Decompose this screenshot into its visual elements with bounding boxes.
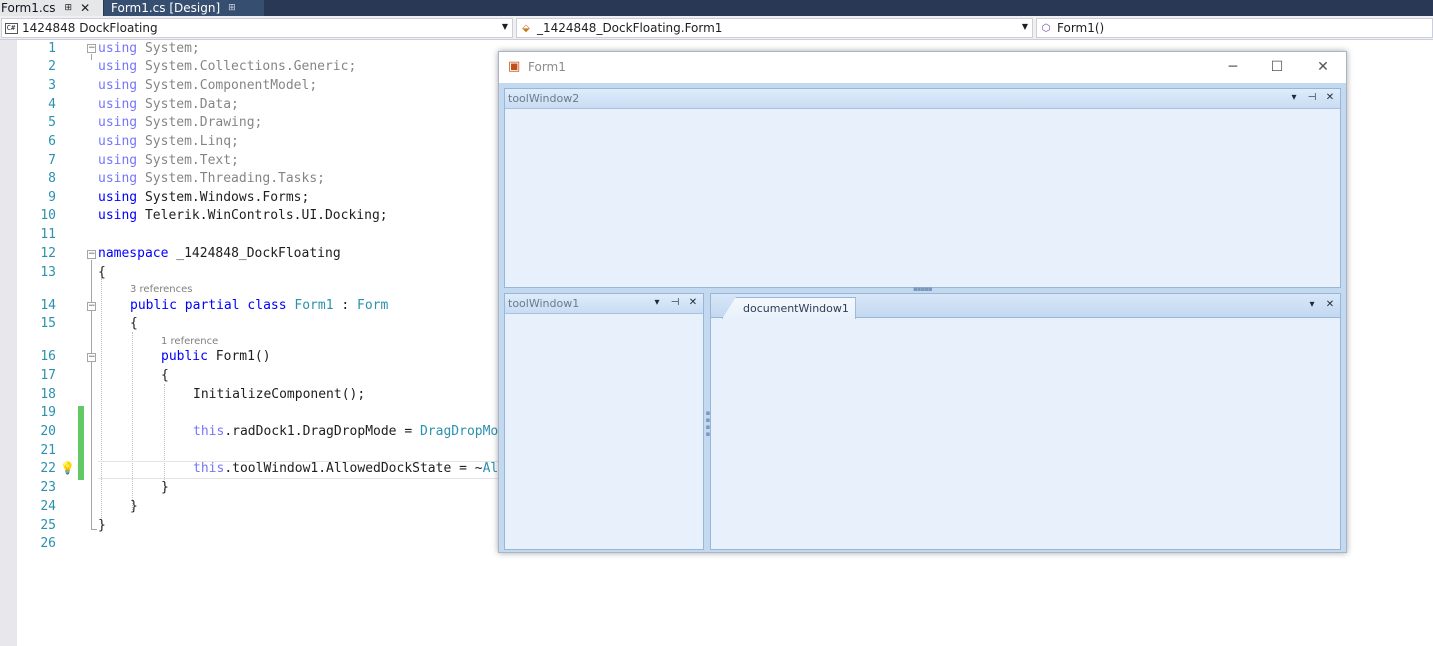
chevron-down-icon: ▼ bbox=[1021, 22, 1028, 31]
document-tab-strip: documentWindow1 ▾ ✕ bbox=[711, 294, 1340, 319]
chevron-down-icon: ▼ bbox=[501, 22, 508, 31]
tab-label: Form1.cs [Design] bbox=[111, 1, 221, 15]
form-icon: ▣ bbox=[508, 59, 521, 74]
line-number: 16 bbox=[40, 349, 56, 364]
line-number: 22 bbox=[40, 461, 56, 476]
close-button[interactable]: ✕ bbox=[1300, 54, 1346, 80]
tool-window-title: toolWindow1 bbox=[508, 297, 580, 310]
pin-icon[interactable]: ⊞ bbox=[228, 3, 236, 13]
line-number: 19 bbox=[40, 405, 56, 420]
document-tab-strip: Form1.cs ⊞ ✕ Form1.cs [Design] ⊞ bbox=[0, 0, 1433, 16]
project-label: 1424848 DockFloating bbox=[22, 21, 158, 35]
chevron-down-icon[interactable]: ▾ bbox=[651, 296, 663, 310]
member-dropdown[interactable]: ⬡ Form1() bbox=[1036, 18, 1433, 38]
code-text[interactable]: } bbox=[161, 479, 169, 497]
code-text[interactable]: { bbox=[161, 367, 169, 385]
pin-icon[interactable]: ⊣ bbox=[1306, 91, 1318, 105]
line-number: 24 bbox=[40, 499, 56, 514]
code-text[interactable]: using System.Threading.Tasks; bbox=[98, 170, 325, 188]
line-number: 10 bbox=[40, 208, 56, 223]
code-text[interactable]: namespace _1424848_DockFloating bbox=[98, 245, 341, 263]
tab-label: Form1.cs bbox=[1, 1, 56, 15]
minimize-button[interactable]: ─ bbox=[1210, 54, 1256, 80]
form-title: Form1 bbox=[528, 60, 566, 74]
code-text[interactable]: public Form1() bbox=[161, 348, 271, 366]
code-text[interactable]: using System; bbox=[98, 40, 200, 58]
line-number: 9 bbox=[48, 190, 56, 205]
line-number: 2 bbox=[48, 59, 56, 74]
line-number: 4 bbox=[48, 97, 56, 112]
codelens-references[interactable]: 3 references bbox=[130, 284, 193, 296]
code-text[interactable]: using System.Text; bbox=[98, 152, 239, 170]
navigation-bar: C# 1424848 DockFloating ▼ ⬙ _1424848_Doc… bbox=[0, 16, 1433, 40]
method-icon: ⬡ bbox=[1041, 22, 1051, 34]
close-icon[interactable]: ✕ bbox=[1324, 298, 1336, 312]
line-number: 17 bbox=[40, 368, 56, 383]
tab-form1-cs[interactable]: Form1.cs ⊞ ✕ bbox=[0, 0, 103, 16]
codelens-references[interactable]: 1 reference bbox=[161, 336, 218, 348]
tool-window-caption[interactable]: toolWindow1 ▾ ⊣ ✕ bbox=[505, 294, 703, 314]
type-dropdown[interactable]: ⬙ _1424848_DockFloating.Form1 ▼ bbox=[516, 18, 1033, 38]
member-label: Form1() bbox=[1057, 21, 1105, 35]
line-number: 11 bbox=[40, 227, 56, 242]
document-tab-label: documentWindow1 bbox=[743, 302, 849, 315]
tool-window-2[interactable]: toolWindow2 ▾ ⊣ ✕ bbox=[504, 88, 1341, 288]
line-number: 3 bbox=[48, 78, 56, 93]
line-number: 15 bbox=[40, 316, 56, 331]
line-number: 20 bbox=[40, 424, 56, 439]
code-text[interactable]: public partial class Form1 : Form bbox=[130, 297, 388, 315]
document-window-1[interactable]: documentWindow1 ▾ ✕ bbox=[710, 293, 1341, 550]
rad-dock: toolWindow2 ▾ ⊣ ✕ ▪▪▪▪▪ toolWindow1 ▾ ⊣ … bbox=[499, 83, 1346, 552]
close-icon[interactable]: ✕ bbox=[80, 1, 90, 15]
code-text[interactable]: using System.Collections.Generic; bbox=[98, 58, 356, 76]
line-number: 25 bbox=[40, 518, 56, 533]
code-text[interactable]: { bbox=[130, 315, 138, 333]
code-text[interactable]: this.radDock1.DragDropMode = DragDropMo bbox=[193, 423, 498, 441]
line-number: 8 bbox=[48, 171, 56, 186]
tool-window-caption[interactable]: toolWindow2 ▾ ⊣ ✕ bbox=[505, 89, 1340, 109]
chevron-down-icon[interactable]: ▾ bbox=[1306, 298, 1318, 312]
line-number: 14 bbox=[40, 298, 56, 313]
tab-document-window-1[interactable]: documentWindow1 bbox=[722, 297, 856, 319]
csharp-project-icon: C# bbox=[3, 22, 19, 34]
code-text[interactable]: } bbox=[130, 498, 138, 516]
line-number: 23 bbox=[40, 480, 56, 495]
code-text[interactable]: InitializeComponent(); bbox=[193, 386, 365, 404]
form1-window[interactable]: ▣ Form1 ─ ☐ ✕ toolWindow2 ▾ ⊣ ✕ ▪▪▪▪▪ to… bbox=[498, 51, 1347, 553]
code-text[interactable]: using System.ComponentModel; bbox=[98, 77, 317, 95]
class-icon: ⬙ bbox=[522, 22, 530, 34]
code-text[interactable]: using System.Data; bbox=[98, 96, 239, 114]
chevron-down-icon[interactable]: ▾ bbox=[1288, 91, 1300, 105]
splitter-grip[interactable]: ▪▪▪▪▪ bbox=[913, 285, 933, 293]
code-text[interactable]: this.toolWindow1.AllowedDockState = ~Al bbox=[193, 460, 498, 478]
code-text[interactable]: using System.Drawing; bbox=[98, 114, 262, 132]
code-text[interactable]: using System.Linq; bbox=[98, 133, 239, 151]
line-number: 21 bbox=[40, 443, 56, 458]
line-number: 1 bbox=[48, 41, 56, 56]
tool-window-1[interactable]: toolWindow1 ▾ ⊣ ✕ bbox=[504, 293, 704, 550]
maximize-button[interactable]: ☐ bbox=[1254, 54, 1300, 80]
code-text[interactable]: { bbox=[98, 264, 106, 282]
line-number: 13 bbox=[40, 265, 56, 280]
line-number: 6 bbox=[48, 134, 56, 149]
pin-icon[interactable]: ⊣ bbox=[669, 296, 681, 310]
line-number: 18 bbox=[40, 387, 56, 402]
line-number: 12 bbox=[40, 246, 56, 261]
form-titlebar[interactable]: ▣ Form1 ─ ☐ ✕ bbox=[499, 52, 1346, 83]
code-text[interactable]: using Telerik.WinControls.UI.Docking; bbox=[98, 207, 388, 225]
line-number: 7 bbox=[48, 153, 56, 168]
tab-form1-design[interactable]: Form1.cs [Design] ⊞ bbox=[104, 0, 264, 16]
line-number: 26 bbox=[40, 536, 56, 551]
project-dropdown[interactable]: C# 1424848 DockFloating ▼ bbox=[1, 18, 513, 38]
close-icon[interactable]: ✕ bbox=[687, 296, 699, 310]
tool-window-title: toolWindow2 bbox=[508, 92, 580, 105]
close-icon[interactable]: ✕ bbox=[1324, 91, 1336, 105]
code-text[interactable]: using System.Windows.Forms; bbox=[98, 189, 309, 207]
type-label: _1424848_DockFloating.Form1 bbox=[537, 21, 723, 35]
pin-icon[interactable]: ⊞ bbox=[65, 3, 73, 13]
line-number: 5 bbox=[48, 115, 56, 130]
code-text[interactable]: } bbox=[98, 517, 106, 535]
